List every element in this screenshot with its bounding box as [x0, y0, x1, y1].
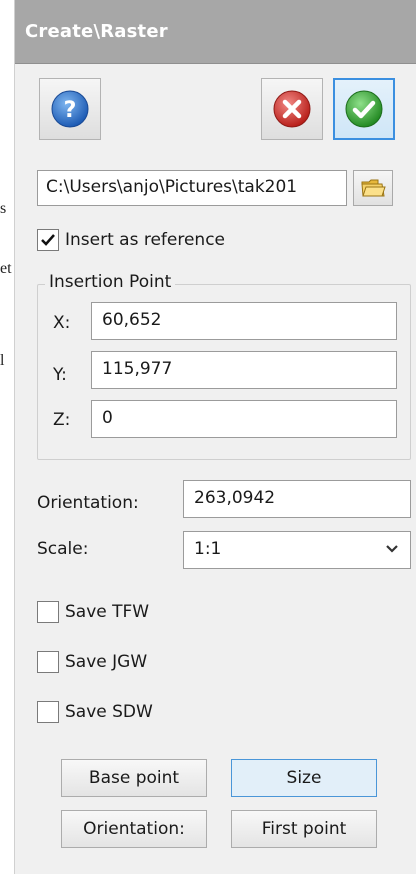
z-label: Z: [53, 410, 71, 430]
ok-button[interactable] [333, 78, 395, 140]
z-input[interactable]: 0 [91, 400, 397, 438]
first-point-button[interactable]: First point [231, 810, 377, 848]
help-icon: ? [51, 90, 89, 128]
scale-label: Scale: [37, 539, 89, 559]
panel-title: Create\Raster [25, 21, 168, 42]
save-tfw-checkbox[interactable] [37, 601, 59, 623]
size-button[interactable]: Size [231, 759, 377, 797]
checkmark-icon [41, 234, 55, 246]
cancel-button[interactable] [261, 78, 323, 140]
background-text-fragment: s [0, 200, 7, 217]
save-jgw-label: Save JGW [65, 652, 148, 672]
orientation-input[interactable]: 263,0942 [183, 480, 411, 518]
save-sdw-label: Save SDW [65, 702, 153, 722]
svg-text:?: ? [64, 98, 77, 123]
scale-value: 1:1 [194, 539, 222, 559]
insertion-point-legend: Insertion Point [45, 272, 176, 292]
file-path-input[interactable]: C:\Users\anjo\Pictures\tak201 [37, 170, 347, 206]
insert-as-reference-row[interactable]: Insert as reference [37, 229, 225, 251]
save-sdw-row[interactable]: Save SDW [37, 701, 153, 723]
background-text-fragment: l [0, 352, 5, 369]
save-jgw-row[interactable]: Save JGW [37, 651, 147, 673]
base-point-button[interactable]: Base point [61, 759, 207, 797]
save-jgw-checkbox[interactable] [37, 651, 59, 673]
scale-select[interactable]: 1:1 [183, 531, 411, 569]
title-bar: Create\Raster [15, 0, 416, 64]
insert-as-reference-checkbox[interactable] [37, 229, 59, 251]
save-sdw-checkbox[interactable] [37, 701, 59, 723]
background-text-fragment: et [0, 260, 12, 277]
create-raster-panel: Create\Raster ? C:\Users\anjo\Pictures\t… [14, 0, 416, 874]
browse-button[interactable] [353, 170, 393, 206]
save-tfw-label: Save TFW [65, 602, 150, 622]
chevron-down-icon [386, 545, 398, 553]
orientation-label: Orientation: [37, 493, 139, 513]
x-label: X: [53, 313, 71, 333]
help-button[interactable]: ? [39, 78, 101, 140]
insert-as-reference-label: Insert as reference [65, 230, 226, 250]
x-input[interactable]: 60,652 [91, 302, 397, 340]
y-input[interactable]: 115,977 [91, 351, 397, 389]
save-tfw-row[interactable]: Save TFW [37, 601, 149, 623]
cancel-icon [273, 90, 311, 128]
ok-icon [345, 90, 383, 128]
folder-open-icon [361, 179, 386, 197]
orientation-button[interactable]: Orientation: [61, 810, 207, 848]
y-label: Y: [53, 365, 67, 385]
